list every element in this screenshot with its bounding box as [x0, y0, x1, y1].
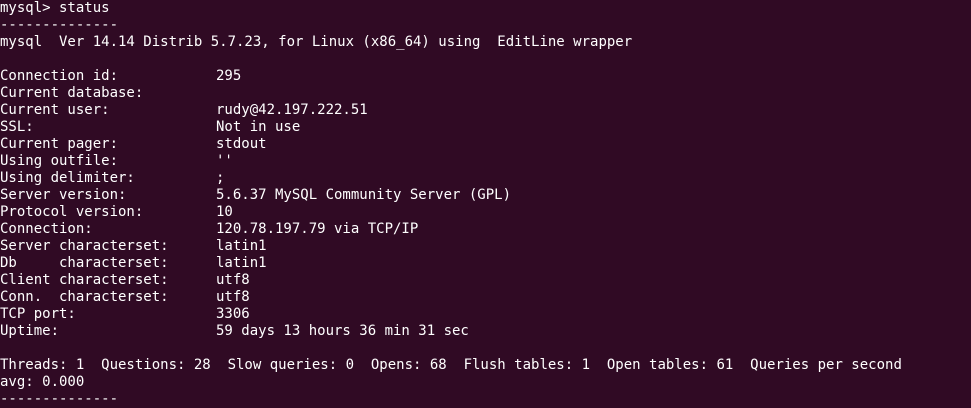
status-row-current-user: Current user: rudy@42.197.222.51 — [0, 102, 971, 119]
status-key: Connection: — [0, 221, 93, 237]
status-key: SSL: — [0, 119, 34, 135]
status-value: latin1 — [216, 255, 267, 271]
status-row-current-database: Current database: — [0, 85, 971, 102]
status-key: Uptime: — [0, 323, 60, 339]
status-key: Client characterset: — [0, 272, 169, 288]
status-row-conn-characterset: Conn. characterset: utf8 — [0, 289, 971, 306]
status-key: Current database: — [0, 85, 144, 101]
status-key: Conn. characterset: — [0, 289, 169, 305]
separator-bottom: -------------- — [0, 391, 119, 407]
status-value: rudy@42.197.222.51 — [216, 102, 368, 118]
status-row-client-characterset: Client characterset: utf8 — [0, 272, 971, 289]
status-row-server-characterset: Server characterset: latin1 — [0, 238, 971, 255]
status-row-db-characterset: Db characterset: latin1 — [0, 255, 971, 272]
status-value: 295 — [216, 68, 242, 84]
status-row-tcp-port: TCP port: 3306 — [0, 306, 971, 323]
status-value: utf8 — [216, 289, 250, 305]
status-value: 120.78.197.79 via TCP/IP — [216, 221, 419, 237]
status-value: utf8 — [216, 272, 250, 288]
status-row-current-pager: Current pager: stdout — [0, 136, 971, 153]
status-key: Using outfile: — [0, 153, 119, 169]
status-row-server-version: Server version: 5.6.37 MySQL Community S… — [0, 187, 971, 204]
version-line: mysql Ver 14.14 Distrib 5.7.23, for Linu… — [0, 34, 633, 50]
status-row-uptime: Uptime: 59 days 13 hours 36 min 31 sec — [0, 323, 971, 340]
status-key: Db characterset: — [0, 255, 169, 271]
status-key: Server version: — [0, 187, 127, 203]
status-key: Using delimiter: — [0, 170, 135, 186]
status-value: 3306 — [216, 306, 250, 322]
status-value — [216, 85, 971, 102]
summary-line: Threads: 1 Questions: 28 Slow queries: 0… — [0, 357, 902, 373]
status-key: Protocol version: — [0, 204, 144, 220]
status-key: TCP port: — [0, 306, 76, 322]
status-value: '' — [216, 153, 233, 169]
status-row-using-outfile: Using outfile: '' — [0, 153, 971, 170]
status-value: 10 — [216, 204, 233, 220]
status-value: stdout — [216, 136, 267, 152]
prompt-line: mysql> status — [0, 0, 110, 16]
status-row-connection-id: Connection id: 295 — [0, 68, 971, 85]
status-value: latin1 — [216, 238, 267, 254]
status-row-ssl: SSL: Not in use — [0, 119, 971, 136]
status-value: Not in use — [216, 119, 301, 135]
status-row-connection: Connection: 120.78.197.79 via TCP/IP — [0, 221, 971, 238]
status-key: Server characterset: — [0, 238, 169, 254]
status-value: 5.6.37 MySQL Community Server (GPL) — [216, 187, 512, 203]
status-value: 59 days 13 hours 36 min 31 sec — [216, 323, 469, 339]
status-table: Connection id: 295 Current database: Cur… — [0, 68, 971, 340]
status-row-using-delimiter: Using delimiter: ; — [0, 170, 971, 187]
status-value: ; — [216, 170, 225, 186]
terminal-window[interactable]: mysql> status -------------- mysql Ver 1… — [0, 0, 971, 408]
status-key: Connection id: — [0, 68, 119, 84]
status-row-protocol-version: Protocol version: 10 — [0, 204, 971, 221]
summary-line-continued: avg: 0.000 — [0, 374, 85, 390]
status-key: Current pager: — [0, 136, 119, 152]
status-key: Current user: — [0, 102, 110, 118]
separator-top: -------------- — [0, 17, 119, 33]
